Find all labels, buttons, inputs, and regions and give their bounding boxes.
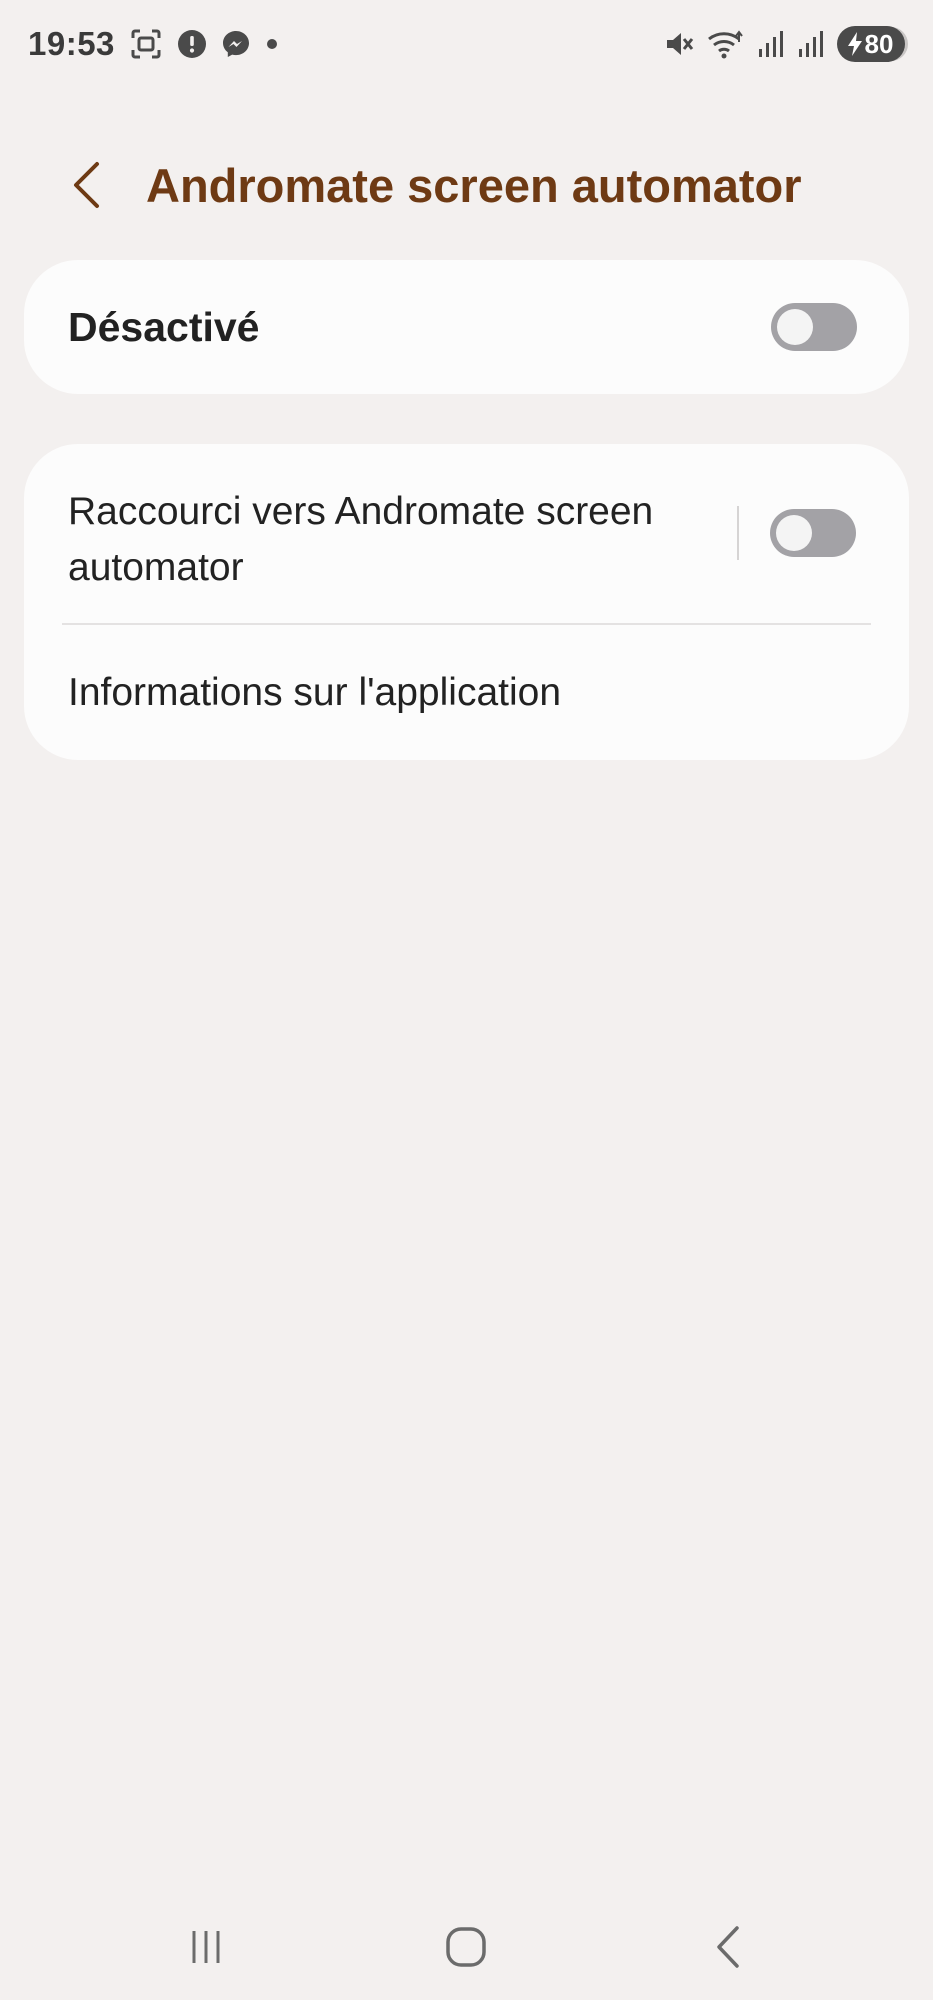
recents-button[interactable] bbox=[166, 1912, 246, 1982]
navigation-bar bbox=[0, 1900, 933, 2000]
master-switch-card: Désactivé bbox=[24, 260, 909, 394]
app-bar: Andromate screen automator bbox=[0, 140, 933, 230]
status-bar-left: 19:53 bbox=[28, 25, 279, 63]
app-info-label: Informations sur l'application bbox=[68, 671, 562, 714]
status-bar-right: 80 bbox=[663, 26, 905, 62]
back-button[interactable] bbox=[60, 154, 112, 216]
dot-icon bbox=[265, 37, 279, 51]
charging-bolt-icon bbox=[847, 32, 862, 56]
options-card: Raccourci vers Andromate screen automato… bbox=[24, 444, 909, 760]
home-button[interactable] bbox=[426, 1912, 506, 1982]
app-info-row[interactable]: Informations sur l'application bbox=[24, 625, 909, 760]
recents-icon bbox=[192, 1931, 220, 1963]
mute-icon bbox=[663, 28, 695, 60]
home-icon bbox=[446, 1927, 486, 1967]
battery-indicator: 80 bbox=[837, 26, 905, 62]
page-title: Andromate screen automator bbox=[146, 159, 802, 212]
status-bar: 19:53 80 bbox=[0, 0, 933, 88]
shortcut-row[interactable]: Raccourci vers Andromate screen automato… bbox=[24, 444, 909, 624]
alert-icon bbox=[177, 29, 207, 59]
messenger-icon bbox=[221, 29, 251, 59]
shortcut-label: Raccourci vers Andromate screen automato… bbox=[68, 490, 654, 589]
screenshot-icon bbox=[129, 27, 163, 61]
app-info-screen: 19:53 80 Andromate screen automator Désa… bbox=[0, 0, 933, 2000]
toggle-knob bbox=[776, 515, 812, 551]
back-icon bbox=[717, 1926, 739, 1968]
shortcut-toggle[interactable] bbox=[770, 509, 856, 557]
status-time: 19:53 bbox=[28, 25, 115, 62]
nav-back-button[interactable] bbox=[688, 1912, 768, 1982]
toggle-knob bbox=[777, 309, 813, 345]
master-switch-row[interactable]: Désactivé bbox=[24, 260, 909, 394]
wifi-icon bbox=[707, 28, 745, 60]
master-switch-toggle[interactable] bbox=[771, 303, 857, 351]
master-switch-label: Désactivé bbox=[68, 304, 260, 350]
chevron-left-icon bbox=[74, 162, 99, 208]
signal-icon bbox=[757, 29, 785, 59]
battery-level: 80 bbox=[864, 28, 894, 59]
signal-icon bbox=[797, 29, 825, 59]
vertical-divider bbox=[737, 506, 739, 560]
